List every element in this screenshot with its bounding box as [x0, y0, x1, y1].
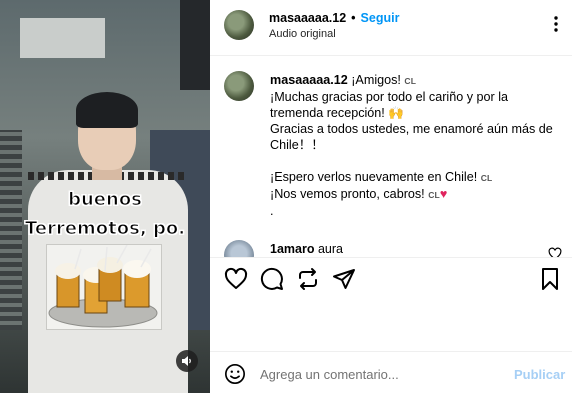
post-side-panel: masaaaaa.12 • Seguir Audio original masaaa… [210, 0, 572, 393]
drinks-photo [46, 244, 162, 330]
comment-like-icon[interactable] [548, 247, 562, 257]
caption-line: ¡Espero verlos nuevamente en Chile! [270, 170, 478, 184]
flag-cl: CL [428, 190, 440, 200]
overlay-text-line-1: buenos [68, 189, 143, 211]
comment-icon[interactable] [260, 267, 286, 293]
header-username[interactable]: masaaaaa.12 [269, 11, 346, 25]
caption-line: ¡Nos vemos pronto, cabros! [270, 187, 425, 201]
separator-dot: • [351, 11, 356, 25]
flag-cl: CL [404, 76, 417, 86]
repost-icon[interactable] [296, 267, 322, 293]
caption-line: tremenda recepción! 🙌 [270, 106, 404, 120]
send-icon[interactable] [332, 267, 358, 293]
overlay-text-line-2: Terremotos, po. [24, 218, 186, 240]
post-media[interactable]: buenos Terremotos, po. [0, 0, 210, 393]
follow-button[interactable]: Seguir [361, 11, 400, 25]
post-header: masaaaaa.12 • Seguir Audio original [210, 0, 572, 56]
comment-username[interactable]: 1amaro [270, 242, 314, 256]
comment-text: aura [317, 242, 343, 256]
caption: masaaaaa.12 ¡Amigos! CL ¡Muchas gracias … [270, 72, 562, 219]
background-window [20, 18, 105, 58]
caption-line: Gracias a todos ustedes, me enamoré aún … [270, 122, 553, 136]
comment-bar: Publicar [210, 351, 572, 393]
heart-icon[interactable] [224, 267, 250, 293]
flag-cl: CL [480, 173, 493, 183]
comment-avatar[interactable] [224, 240, 254, 257]
avatar[interactable] [224, 10, 254, 40]
comments-section: masaaaaa.12 ¡Amigos! CL ¡Muchas gracias … [210, 57, 572, 257]
audio-label[interactable]: Audio original [269, 28, 336, 40]
background-shadow [180, 0, 210, 90]
caption-username[interactable]: masaaaaa.12 [270, 73, 348, 87]
bookmark-icon[interactable] [538, 267, 564, 293]
comment-input[interactable] [260, 362, 500, 386]
heart-emoji: ♥ [439, 187, 448, 201]
caption-avatar[interactable] [224, 71, 254, 101]
emoji-icon[interactable] [224, 363, 246, 385]
caption-line: . [270, 204, 274, 218]
publish-button[interactable]: Publicar [514, 367, 565, 382]
more-options-icon[interactable] [546, 14, 566, 34]
comment-item: 1amaro aura [270, 242, 343, 256]
caption-spacer [270, 153, 562, 169]
caption-line: ¡Amigos! [351, 73, 401, 87]
caption-line: Chile！！ [270, 138, 324, 152]
caption-line: ¡Muchas gracias por todo el cariño y por… [270, 90, 508, 104]
action-bar [210, 257, 572, 301]
speaker-icon[interactable] [176, 350, 198, 372]
person-beanie [76, 92, 138, 128]
